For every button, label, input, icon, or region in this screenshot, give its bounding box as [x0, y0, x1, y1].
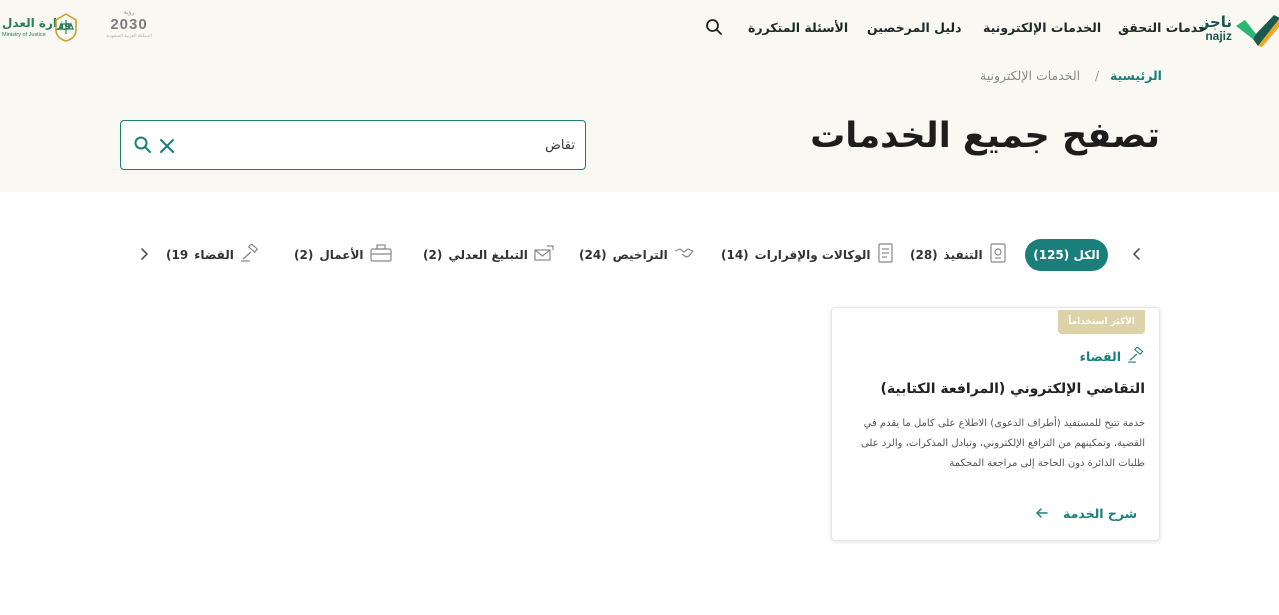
vision-logo-year: 2030 — [110, 16, 148, 33]
tab-judiciary-label: القضاء — [194, 248, 234, 262]
tabs-scroll-left-chevron-icon[interactable] — [136, 245, 152, 263]
gavel-icon — [240, 243, 260, 266]
tab-business-count: (2) — [294, 248, 314, 262]
card-category: القضاء — [1079, 346, 1145, 367]
search-submit-icon[interactable] — [133, 135, 153, 155]
moj-logo: وزارة العدل Ministry of Justice — [0, 10, 82, 44]
tab-judicial-notification-label: التبليغ العدلي — [448, 248, 528, 262]
nav-verification-services[interactable]: خدمات التحقق — [1118, 18, 1207, 38]
moj-emblem-icon — [55, 13, 77, 42]
vision-2030-logo: رؤية 2030 المملكة العربية السعودية — [104, 10, 154, 46]
most-used-badge: الأكثر استخداماً — [1058, 310, 1145, 334]
tab-agencies[interactable]: الوكالات والإقرارات (14) — [721, 243, 895, 267]
tab-execution[interactable]: التنفيذ (28) — [910, 243, 1007, 267]
execution-icon — [989, 243, 1007, 267]
handshake-icon — [674, 245, 694, 265]
breadcrumb-current: الخدمات الإلكترونية — [980, 68, 1081, 83]
page-title: تصفح جميع الخدمات — [810, 116, 1160, 156]
tab-agencies-count: (14) — [721, 248, 749, 262]
arrow-left-icon — [1035, 504, 1049, 523]
moj-logo-en: Ministry of Justice — [2, 32, 46, 38]
document-icon — [877, 243, 895, 267]
notification-icon — [534, 244, 554, 266]
services-search-box — [120, 120, 586, 170]
card-title: التقاضي الإلكتروني (المرافعة الكتابية) — [880, 381, 1145, 397]
card-category-label: القضاء — [1079, 349, 1121, 364]
briefcase-icon — [369, 244, 392, 266]
tab-business[interactable]: الأعمال (2) — [294, 244, 392, 266]
clear-search-icon[interactable] — [157, 136, 177, 156]
nav-electronic-services[interactable]: الخدمات الإلكترونية — [983, 18, 1101, 38]
service-card[interactable]: الأكثر استخداماً القضاء التقاضي الإلكترو… — [831, 307, 1160, 541]
vision-logo-line3: المملكة العربية السعودية — [106, 33, 152, 38]
nav-faq[interactable]: الأسئلة المتكررة — [748, 18, 848, 38]
tab-licenses-label: التراخيص — [612, 248, 668, 262]
tab-agencies-label: الوكالات والإقرارات — [754, 248, 871, 262]
najiz-logo[interactable]: ناجز najiz — [1200, 10, 1279, 52]
nav-licensee-guide[interactable]: دليل المرخصين — [867, 18, 962, 38]
breadcrumb-home[interactable]: الرئيسية — [1110, 67, 1162, 85]
services-search-input[interactable] — [215, 133, 575, 157]
tab-licenses[interactable]: التراخيص (24) — [579, 244, 694, 266]
tab-judicial-notification-count: (2) — [423, 248, 443, 262]
tab-execution-count: (28) — [910, 248, 938, 262]
gavel-icon — [1127, 346, 1145, 367]
card-description: خدمة تتيح للمستفيد (أطراف الدعوى) الاطلا… — [861, 418, 1145, 469]
tab-execution-label: التنفيذ — [943, 248, 983, 262]
breadcrumb-separator: / — [1095, 69, 1100, 83]
tabs-scroll-right-chevron-icon[interactable] — [1129, 245, 1145, 263]
najiz-check-logo-icon — [1236, 15, 1279, 47]
service-explanation-link[interactable]: شرح الخدمة — [1035, 504, 1137, 523]
tab-judicial-notification[interactable]: التبليغ العدلي (2) — [423, 244, 554, 266]
najiz-logo-en: najiz — [1205, 29, 1232, 43]
tab-judiciary[interactable]: القضاء (19 — [166, 243, 260, 266]
service-explanation-label: شرح الخدمة — [1063, 505, 1137, 521]
tab-licenses-count: (24) — [579, 248, 607, 262]
tab-judiciary-count: (19 — [166, 248, 189, 262]
tab-all[interactable]: الكل (125) — [1025, 239, 1108, 271]
tab-business-label: الأعمال — [319, 248, 364, 262]
header-search-icon[interactable] — [705, 18, 723, 36]
